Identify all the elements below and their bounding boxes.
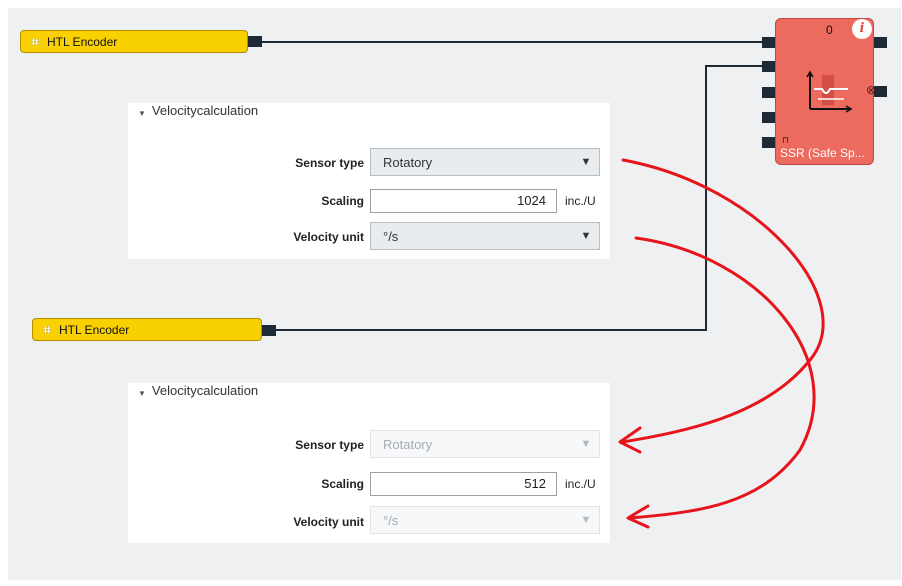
scaling-label: Scaling: [321, 194, 364, 208]
ssr-input-port-3[interactable]: [762, 87, 775, 98]
arrow-sensor-type: [620, 158, 825, 444]
scaling-input[interactable]: 1024: [370, 189, 557, 213]
sensor-type-label: Sensor type: [295, 156, 364, 170]
sensor-type-dropdown-disabled: Rotatory ▼: [370, 430, 600, 458]
encoder1-output-port[interactable]: [248, 36, 262, 47]
dropdown-arrow-icon: ▼: [580, 514, 592, 526]
ssr-block-name: SSR (Safe Sp...: [780, 146, 865, 160]
collapse-triangle-icon[interactable]: ▼: [138, 109, 146, 118]
sensor-type-value: Rotatory: [383, 436, 433, 452]
scaling-label: Scaling: [321, 477, 364, 491]
scaling-unit: inc./U: [565, 194, 596, 208]
annotation-arrows: [618, 158, 825, 529]
encoder2-output-port[interactable]: [262, 325, 276, 336]
ssr-input-port-1[interactable]: [762, 37, 775, 48]
panel-header[interactable]: ▼ Velocitycalculation: [138, 383, 258, 398]
collapse-triangle-icon[interactable]: ▼: [138, 389, 146, 398]
info-icon[interactable]: i: [852, 19, 872, 39]
scaling-input[interactable]: 512: [370, 472, 557, 496]
ssr-output-port-1[interactable]: [874, 37, 887, 48]
sensor-type-dropdown[interactable]: Rotatory ▼: [370, 148, 600, 176]
ssr-input-port-2[interactable]: [762, 61, 775, 72]
scaling-unit: inc./U: [565, 477, 596, 491]
velocity-unit-label: Velocity unit: [293, 515, 364, 529]
encoder-label: HTL Encoder: [47, 34, 118, 49]
ssr-input-port-4[interactable]: [762, 112, 775, 123]
encoder-icon: ⌗: [43, 321, 51, 337]
ssr-count: 0: [826, 23, 833, 37]
dropdown-arrow-icon: ▼: [580, 438, 592, 450]
panel-header[interactable]: ▼ Velocitycalculation: [138, 103, 258, 118]
arrow-velocity-unit: [628, 236, 816, 520]
speed-function-icon: [806, 70, 853, 113]
htl-encoder-block-2[interactable]: ⌗ HTL Encoder: [32, 318, 262, 341]
ssr-input-port-5[interactable]: [762, 137, 775, 148]
encoder-label: HTL Encoder: [59, 322, 130, 337]
panel-title: Velocitycalculation: [151, 103, 259, 118]
velocity-unit-dropdown[interactable]: °/s ▼: [370, 222, 600, 250]
velocity-unit-value: °/s: [383, 512, 399, 528]
velocity-unit-dropdown-disabled: °/s ▼: [370, 506, 600, 534]
dropdown-arrow-icon: ▼: [580, 230, 592, 242]
velocity-unit-label: Velocity unit: [293, 230, 364, 244]
sensor-type-value: Rotatory: [383, 154, 433, 170]
encoder-icon: ⌗: [31, 33, 39, 49]
lock-icon: ⊓: [782, 135, 790, 145]
inverted-output-icon: ⊗: [866, 83, 877, 97]
velocity-unit-value: °/s: [383, 228, 399, 244]
htl-encoder-block-1[interactable]: ⌗ HTL Encoder: [20, 30, 248, 53]
sensor-type-label: Sensor type: [295, 438, 364, 452]
ssr-function-block[interactable]: 0 i ⊗ ⊓ SSR (Safe Sp...: [775, 18, 877, 165]
dropdown-arrow-icon: ▼: [580, 156, 592, 168]
panel-title: Velocitycalculation: [151, 383, 259, 398]
